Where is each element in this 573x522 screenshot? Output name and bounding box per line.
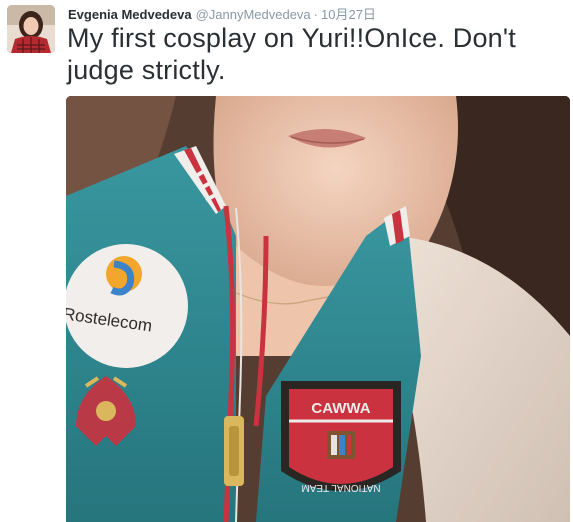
- avatar-image: [7, 5, 55, 53]
- author-avatar[interactable]: [7, 5, 55, 53]
- tweet-photo[interactable]: Rostelecom CAWWA NATIONAL TEAM: [66, 96, 570, 522]
- tweet-text: My first cosplay on Yuri!!OnIce. Don't j…: [67, 23, 516, 85]
- cosplay-photo-image: Rostelecom CAWWA NATIONAL TEAM: [66, 96, 570, 522]
- tweet[interactable]: Evgenia Medvedeva @JannyMedvedeva · 10月2…: [0, 0, 573, 522]
